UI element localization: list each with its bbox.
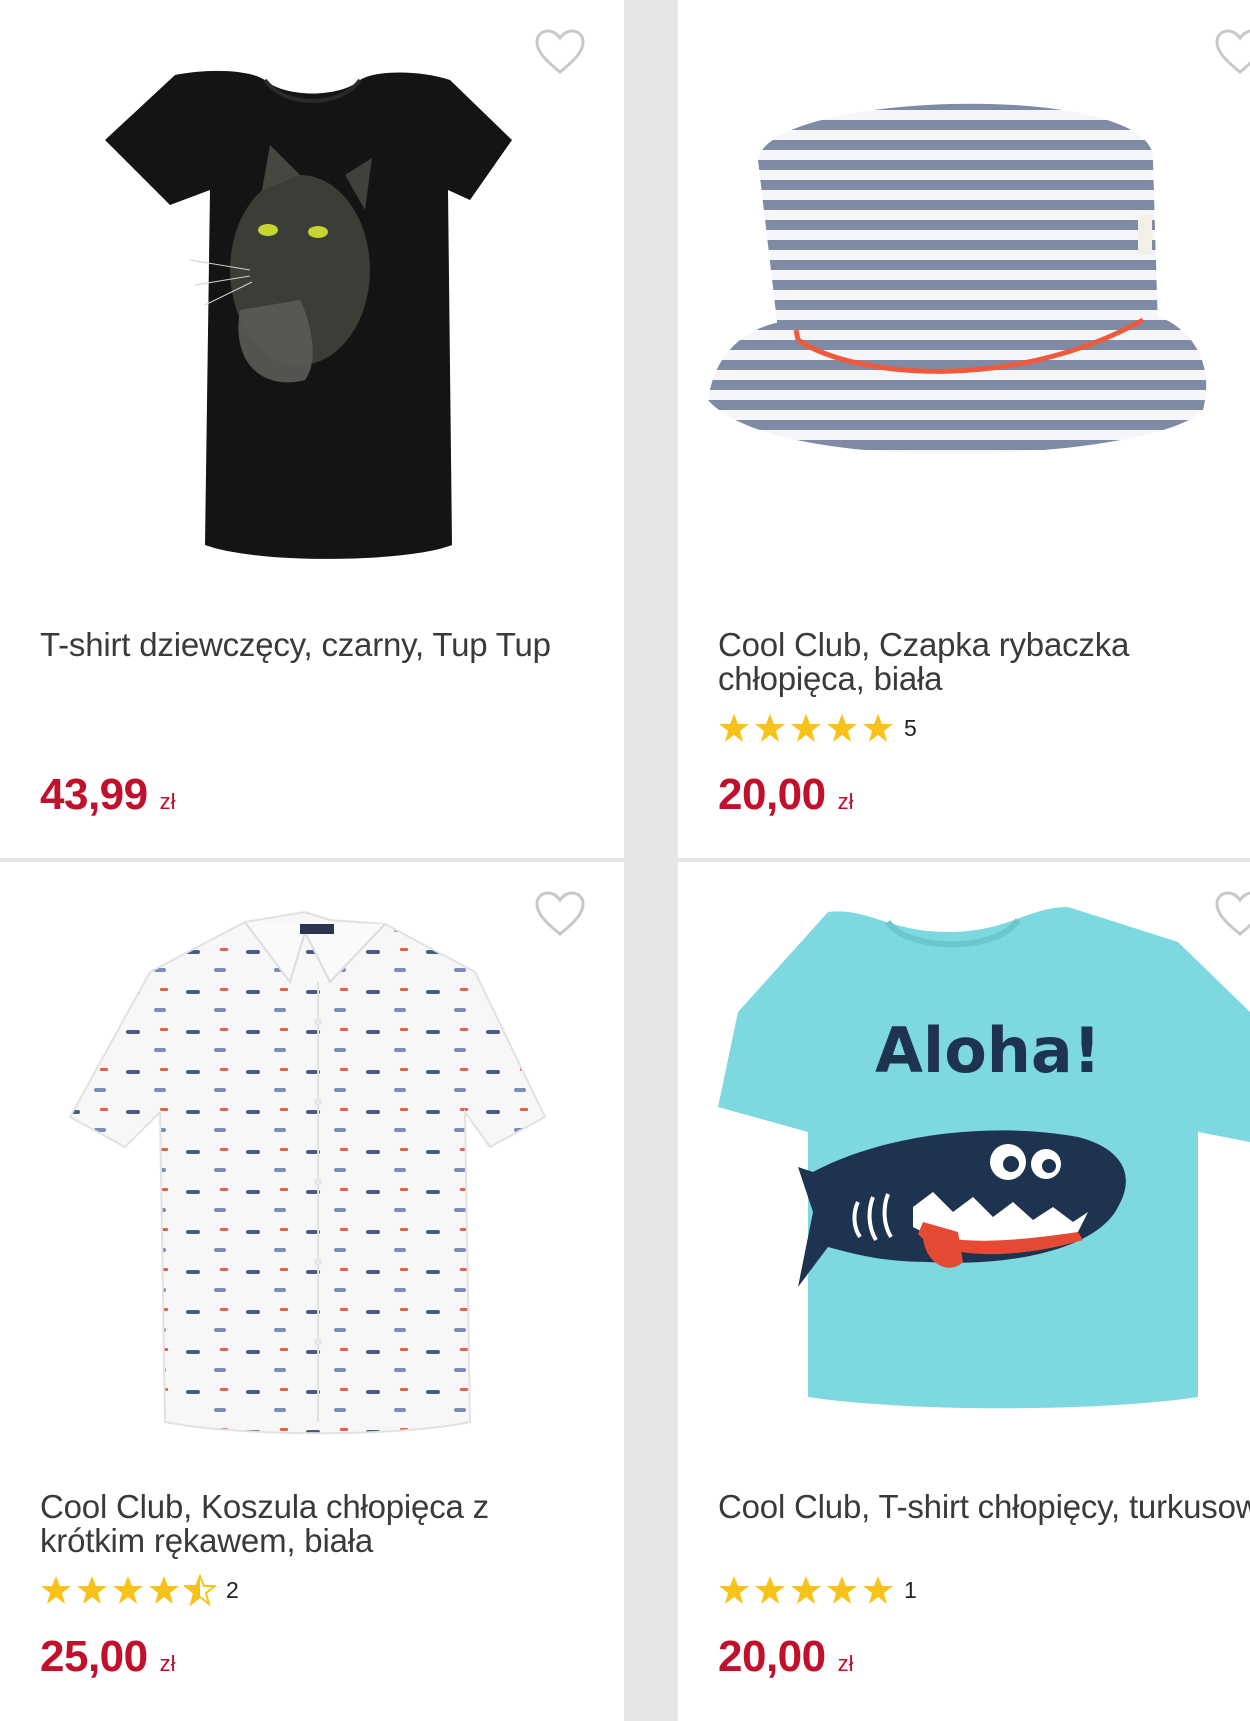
half-star-icon — [184, 1574, 216, 1606]
price-value: 20,00 — [718, 1632, 826, 1681]
print-text: Aloha! — [875, 1014, 1101, 1087]
product-price: 43,99 zł — [40, 770, 176, 820]
star-icon — [755, 714, 785, 742]
product-grid: T-shirt dziewczęcy, czarny, Tup Tup 43,9… — [0, 0, 1250, 1721]
price-currency: zł — [837, 789, 854, 814]
product-title[interactable]: T-shirt dziewczęcy, czarny, Tup Tup — [40, 628, 600, 662]
striped-bucket-hat-image[interactable] — [678, 40, 1250, 580]
star-icon — [863, 1576, 893, 1604]
star-icon — [863, 714, 893, 742]
product-card[interactable]: Cool Club, Koszula chłopięca z krótkim r… — [0, 862, 624, 1721]
rating-count: 2 — [226, 1576, 239, 1603]
star-icon — [791, 714, 821, 742]
price-currency: zł — [159, 789, 176, 814]
product-card[interactable]: T-shirt dziewczęcy, czarny, Tup Tup 43,9… — [0, 0, 624, 858]
product-price: 25,00 zł — [40, 1632, 176, 1682]
star-icon — [791, 1576, 821, 1604]
star-icon — [719, 714, 749, 742]
price-value: 25,00 — [40, 1632, 148, 1681]
rating-stars: 1 — [718, 1574, 917, 1606]
star-icon — [77, 1576, 107, 1604]
price-value: 43,99 — [40, 770, 148, 819]
product-title[interactable]: Cool Club, Koszula chłopięca z krótkim r… — [40, 1490, 600, 1558]
black-cat-tshirt-image[interactable] — [0, 40, 624, 580]
product-card[interactable]: Aloha! Cool Club, T-shirt chłopięcy, tur… — [678, 862, 1250, 1721]
price-currency: zł — [159, 1651, 176, 1676]
star-icon — [149, 1576, 179, 1604]
product-title[interactable]: Cool Club, T-shirt chłopięcy, turkusowy — [718, 1490, 1250, 1524]
rating-count: 1 — [904, 1576, 917, 1603]
product-price: 20,00 zł — [718, 1632, 854, 1682]
star-icon — [719, 1576, 749, 1604]
rating-stars: 2 — [40, 1574, 239, 1606]
price-currency: zł — [837, 1651, 854, 1676]
star-icon — [827, 714, 857, 742]
rating-count: 5 — [904, 714, 917, 741]
product-title[interactable]: Cool Club, Czapka rybaczka chłopięca, bi… — [718, 628, 1250, 696]
star-icon — [755, 1576, 785, 1604]
product-price: 20,00 zł — [718, 770, 854, 820]
star-icon — [113, 1576, 143, 1604]
aloha-shark-tshirt-image[interactable]: Aloha! — [678, 902, 1250, 1442]
white-shirt-image[interactable] — [0, 902, 624, 1442]
product-card[interactable]: Cool Club, Czapka rybaczka chłopięca, bi… — [678, 0, 1250, 858]
price-value: 20,00 — [718, 770, 826, 819]
star-icon — [41, 1576, 71, 1604]
star-icon — [827, 1576, 857, 1604]
rating-stars: 5 — [718, 712, 917, 744]
